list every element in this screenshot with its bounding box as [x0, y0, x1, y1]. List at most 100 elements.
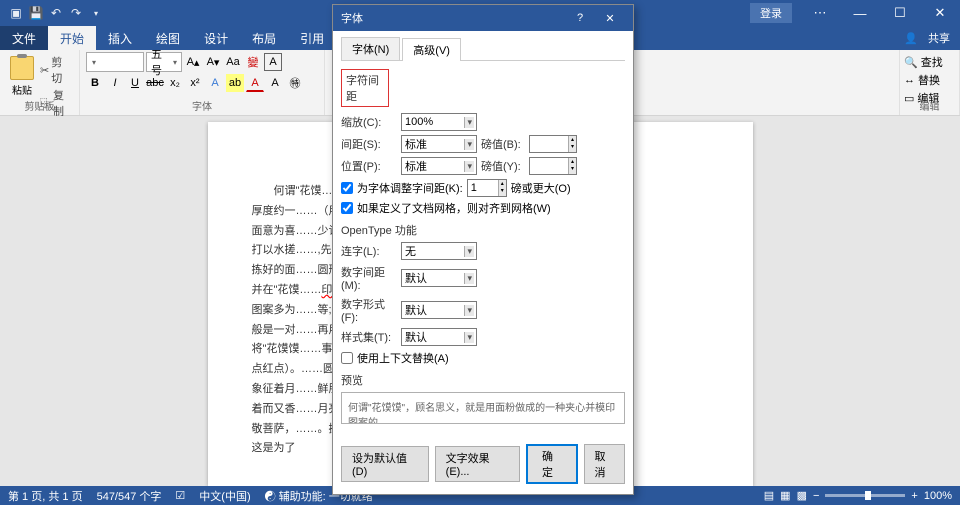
position-combo[interactable]: 标准 — [401, 157, 477, 175]
snap-grid-checkbox[interactable] — [341, 202, 353, 214]
view-print-icon[interactable]: ▦ — [780, 489, 790, 502]
position-pts-spinner[interactable] — [529, 157, 577, 175]
word-icon: ▣ — [8, 5, 24, 21]
view-web-icon[interactable]: ▩ — [797, 489, 807, 502]
minimize-icon[interactable]: — — [840, 0, 880, 26]
ligatures-combo[interactable]: 无 — [401, 242, 477, 260]
spacing-label: 间距(S): — [341, 136, 397, 152]
tab-home[interactable]: 开始 — [48, 26, 96, 50]
zoom-slider[interactable] — [825, 494, 905, 497]
text-effects-button[interactable]: A — [206, 74, 224, 92]
replace-button[interactable]: ↔替换 — [904, 72, 955, 88]
kerning-checkbox[interactable] — [341, 182, 353, 194]
edit-group: 🔍查找 ↔替换 ▭编辑 编辑 — [900, 50, 960, 115]
dialog-title: 字体 — [341, 10, 363, 26]
styleset-combo[interactable]: 默认 — [401, 328, 477, 346]
zoom-out-icon[interactable]: − — [813, 490, 819, 502]
contextual-checkbox[interactable] — [341, 352, 353, 364]
dialog-titlebar[interactable]: 字体 ? ✕ — [333, 5, 633, 31]
font-group: 五号 A▴ A▾ Aa 變 A B I U abc x₂ x² A ab A A… — [80, 50, 325, 115]
underline-button[interactable]: U — [126, 74, 144, 92]
word-count[interactable]: 547/547 个字 — [97, 488, 162, 504]
dialog-tabs: 字体(N) 高级(V) — [341, 37, 625, 61]
kerning-checkbox-row: 为字体调整字间距(K): 1 磅或更大(O) — [341, 179, 625, 197]
dialog-help-icon[interactable]: ? — [565, 5, 595, 31]
change-case-button[interactable]: Aa — [224, 53, 242, 71]
tab-insert[interactable]: 插入 — [96, 26, 144, 50]
spacing-pts-spinner[interactable] — [529, 135, 577, 153]
phonetic-button[interactable]: 變 — [244, 53, 262, 71]
numspacing-combo[interactable]: 默认 — [401, 269, 477, 287]
set-default-button[interactable]: 设为默认值(D) — [341, 446, 429, 482]
subscript-button[interactable]: x₂ — [166, 74, 184, 92]
tab-file[interactable]: 文件 — [0, 26, 48, 50]
qat-more-icon[interactable]: ▾ — [88, 5, 104, 21]
font-color-button[interactable]: A — [246, 74, 264, 92]
superscript-button[interactable]: x² — [186, 74, 204, 92]
snap-grid-label: 如果定义了文档网格，则对齐到网格(W) — [357, 200, 551, 216]
font-name-combo[interactable] — [86, 52, 144, 72]
spellcheck-icon[interactable]: ☑ — [175, 489, 185, 502]
tab-font-basic[interactable]: 字体(N) — [341, 37, 400, 60]
opentype-section: OpenType 功能 — [341, 222, 625, 238]
font-dialog: 字体 ? ✕ 字体(N) 高级(V) 字符间距 缩放(C): 100% 间距(S… — [332, 4, 634, 495]
font-size-combo[interactable]: 五号 — [146, 52, 182, 72]
edit-group-label: 编辑 — [900, 98, 959, 113]
bold-button[interactable]: B — [86, 74, 104, 92]
position-label: 位置(P): — [341, 158, 397, 174]
contextual-label: 使用上下文替换(A) — [357, 350, 449, 366]
spacing-combo[interactable]: 标准 — [401, 135, 477, 153]
font-group-label: 字体 — [80, 98, 324, 113]
styleset-label: 样式集(T): — [341, 329, 397, 345]
kerning-spinner[interactable]: 1 — [467, 179, 507, 197]
clipboard-group: 粘贴 ✂剪切 ⿻复制 🖌格式刷 剪贴板 — [0, 50, 80, 115]
page-indicator[interactable]: 第 1 页, 共 1 页 — [8, 488, 83, 504]
dialog-footer: 设为默认值(D) 文字效果(E)... 确定 取消 — [333, 438, 633, 494]
view-readmode-icon[interactable]: ▤ — [764, 489, 774, 502]
spacing-pts-label: 磅值(B): — [481, 136, 525, 152]
enclose-char-button[interactable]: ㊕ — [286, 74, 304, 92]
grow-font-button[interactable]: A▴ — [184, 53, 202, 71]
shrink-font-button[interactable]: A▾ — [204, 53, 222, 71]
clipboard-group-label: 剪贴板 — [0, 98, 79, 113]
zoom-percent[interactable]: 100% — [924, 490, 952, 502]
tab-layout[interactable]: 布局 — [240, 26, 288, 50]
strike-button[interactable]: abc — [146, 74, 164, 92]
dialog-close-icon[interactable]: ✕ — [595, 5, 625, 31]
zoom-in-icon[interactable]: + — [911, 490, 917, 502]
char-shading-button[interactable]: A — [266, 74, 284, 92]
tab-references[interactable]: 引用 — [288, 26, 336, 50]
undo-icon[interactable]: ↶ — [48, 5, 64, 21]
tab-font-advanced[interactable]: 高级(V) — [402, 38, 461, 61]
find-button[interactable]: 🔍查找 — [904, 54, 955, 70]
kerning-unit: 磅或更大(O) — [511, 180, 571, 196]
numspacing-label: 数字间距(M): — [341, 264, 397, 292]
preview-section-label: 预览 — [341, 372, 625, 388]
ribbon-options-icon[interactable]: ⋯ — [800, 0, 840, 26]
cancel-button[interactable]: 取消 — [584, 444, 625, 484]
save-icon[interactable]: 💾 — [28, 5, 44, 21]
ok-button[interactable]: 确定 — [526, 444, 577, 484]
numform-combo[interactable]: 默认 — [401, 301, 477, 319]
quick-access-toolbar: ▣ 💾 ↶ ↷ ▾ — [0, 5, 104, 21]
share-button[interactable]: 共享 — [928, 30, 950, 46]
language-indicator[interactable]: 中文(中国) — [199, 488, 250, 504]
close-icon[interactable]: ✕ — [920, 0, 960, 26]
tab-design[interactable]: 设计 — [192, 26, 240, 50]
maximize-icon[interactable]: ☐ — [880, 0, 920, 26]
italic-button[interactable]: I — [106, 74, 124, 92]
scale-combo[interactable]: 100% — [401, 113, 477, 131]
highlight-button[interactable]: ab — [226, 74, 244, 92]
login-button[interactable]: 登录 — [750, 3, 792, 23]
paste-label: 粘贴 — [12, 82, 32, 97]
char-border-button[interactable]: A — [264, 53, 282, 71]
user-icon[interactable]: 👤 — [904, 32, 918, 45]
contextual-row: 使用上下文替换(A) — [341, 350, 625, 366]
snap-grid-row: 如果定义了文档网格，则对齐到网格(W) — [341, 200, 625, 216]
text-effects-button[interactable]: 文字效果(E)... — [435, 446, 520, 482]
redo-icon[interactable]: ↷ — [68, 5, 84, 21]
numform-label: 数字形式(F): — [341, 296, 397, 324]
replace-icon: ↔ — [904, 74, 915, 86]
cut-button[interactable]: ✂剪切 — [40, 54, 73, 86]
char-spacing-section: 字符间距 — [341, 69, 389, 107]
